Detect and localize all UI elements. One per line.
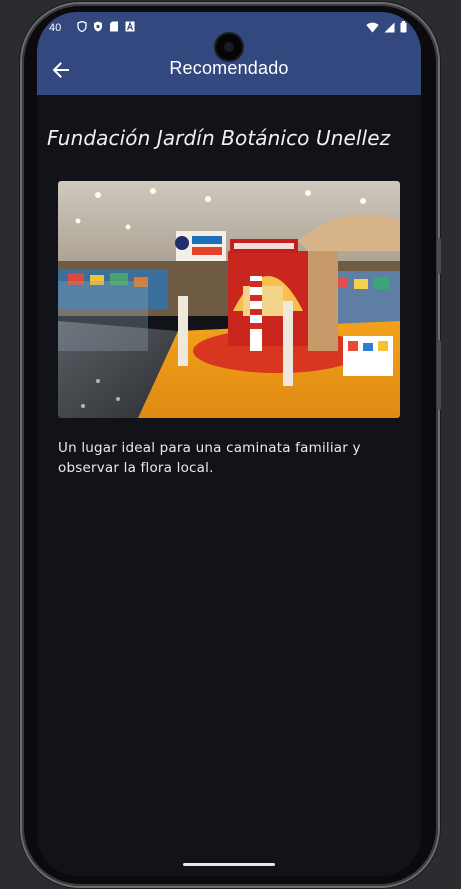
battery-icon: [400, 21, 407, 33]
vpn-icon: [94, 21, 102, 32]
sd-card-icon: [110, 21, 118, 32]
place-photo: [58, 181, 400, 418]
home-indicator[interactable]: [183, 863, 275, 866]
status-icons-right: [366, 21, 407, 33]
place-description: Un lugar ideal para una caminata familia…: [58, 440, 361, 476]
page-title: Recomendado: [169, 58, 289, 78]
power-button: [437, 340, 441, 410]
front-camera: [216, 34, 242, 60]
store-photo: [58, 181, 400, 418]
shield-icon: [77, 21, 87, 32]
status-time: 40: [49, 22, 62, 34]
signal-icon: [384, 22, 395, 32]
wifi-icon: [366, 22, 379, 32]
volume-button: [437, 238, 441, 274]
place-title: Fundación Jardín Botánico Unellez: [47, 126, 391, 150]
screen: 40 Recomendado Fundación Jardín Botánico…: [37, 12, 421, 876]
font-a-icon: [125, 21, 135, 32]
status-icons-left: [77, 21, 135, 32]
